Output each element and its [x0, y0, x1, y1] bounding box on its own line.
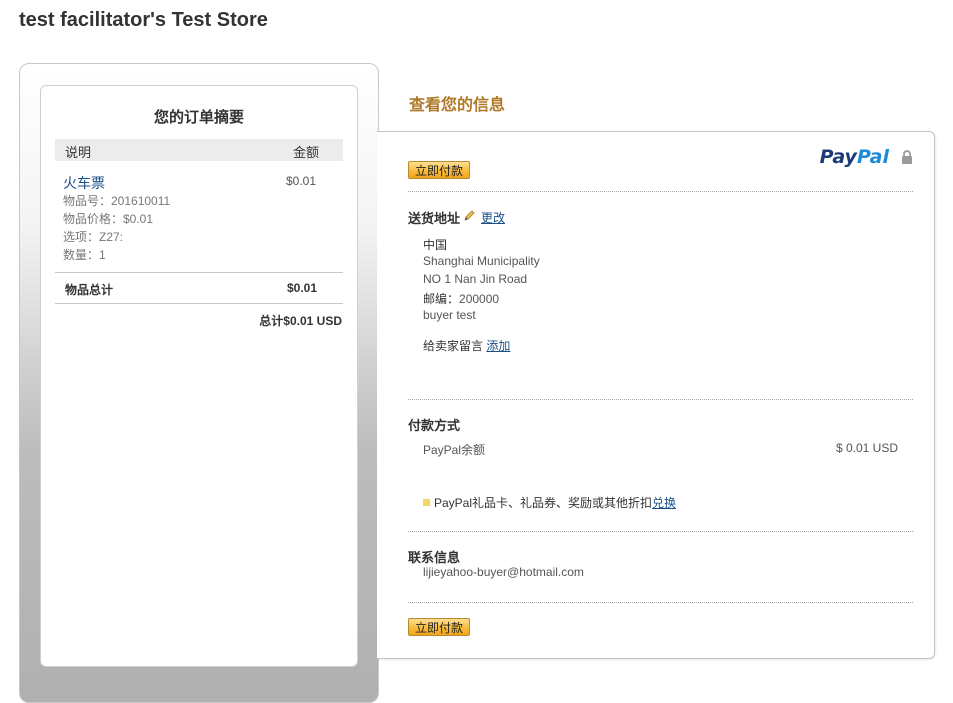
column-description: 说明 [65, 145, 92, 160]
pencil-icon [464, 210, 475, 221]
address-country: 中国 [423, 238, 448, 252]
item-name-link[interactable]: 火车票 [63, 173, 105, 193]
seller-note-label: 给卖家留言 [423, 339, 484, 353]
lock-icon [902, 150, 912, 164]
edit-shipping-link[interactable]: 更改 [481, 209, 505, 226]
item-quantity: 数量：1 [63, 248, 106, 262]
gift-card-row: PayPal礼品卡、礼品券、奖励或其他折扣兑换 [423, 494, 676, 511]
address-street: NO 1 Nan Jin Road [423, 272, 528, 286]
item-number: 物品号：201610011 [63, 194, 171, 208]
pay-now-button-top[interactable]: 立即付款 [408, 161, 470, 179]
item-option: 选项：Z27: [63, 230, 124, 244]
shipping-label: 送货地址 [408, 211, 461, 226]
column-amount: 金额 [292, 145, 319, 160]
summary-table-header: 说明 金额 [55, 139, 343, 161]
review-panel: PayPal 立即付款 送货地址 更改 中国 Shanghai Municipa… [377, 131, 935, 659]
subtotal-label: 物品总计 [65, 283, 114, 297]
contact-email: lijieyahoo-buyer@hotmail.com [423, 565, 584, 579]
divider [55, 303, 343, 304]
contact-label: 联系信息 [408, 550, 461, 565]
payment-method: PayPal余额 [423, 443, 486, 457]
summary-title: 您的订单摘要 [153, 109, 244, 126]
redeem-link[interactable]: 兑换 [652, 496, 676, 510]
address-zip: 邮编：200000 [423, 290, 499, 307]
item-price: $0.01 [285, 174, 316, 188]
zip-label: 邮编： [423, 292, 460, 306]
divider [408, 531, 913, 532]
store-title: test facilitator's Test Store [19, 9, 268, 31]
add-note-link[interactable]: 添加 [486, 339, 510, 353]
paypal-logo-pay: Pay [819, 146, 857, 168]
payment-label: 付款方式 [408, 418, 461, 433]
review-title: 查看您的信息 [409, 97, 506, 114]
divider [55, 272, 343, 273]
order-total: 总计$0.01 USD [259, 314, 342, 328]
gift-text: PayPal礼品卡、礼品券、奖励或其他折扣 [434, 496, 653, 510]
subtotal-value: $0.01 [286, 281, 317, 295]
divider [408, 602, 913, 603]
address-name: buyer test [423, 308, 476, 322]
zip-value: 200000 [459, 292, 500, 306]
seller-note-row: 给卖家留言 添加 [423, 337, 510, 354]
paypal-logo-pal: Pal [856, 146, 889, 168]
payment-amount: $ 0.01 USD [835, 441, 898, 455]
divider [408, 191, 913, 192]
address-region: Shanghai Municipality [423, 254, 540, 268]
item-unit-price: 物品价格：$0.01 [63, 212, 154, 226]
order-summary-panel: 您的订单摘要 说明 金额 火车票 $0.01 物品号：201610011 物品价… [40, 85, 358, 667]
pay-now-button-bottom[interactable]: 立即付款 [408, 618, 470, 636]
paypal-logo: PayPal [820, 146, 889, 168]
divider [408, 399, 913, 400]
gift-bullet-icon [423, 499, 430, 506]
